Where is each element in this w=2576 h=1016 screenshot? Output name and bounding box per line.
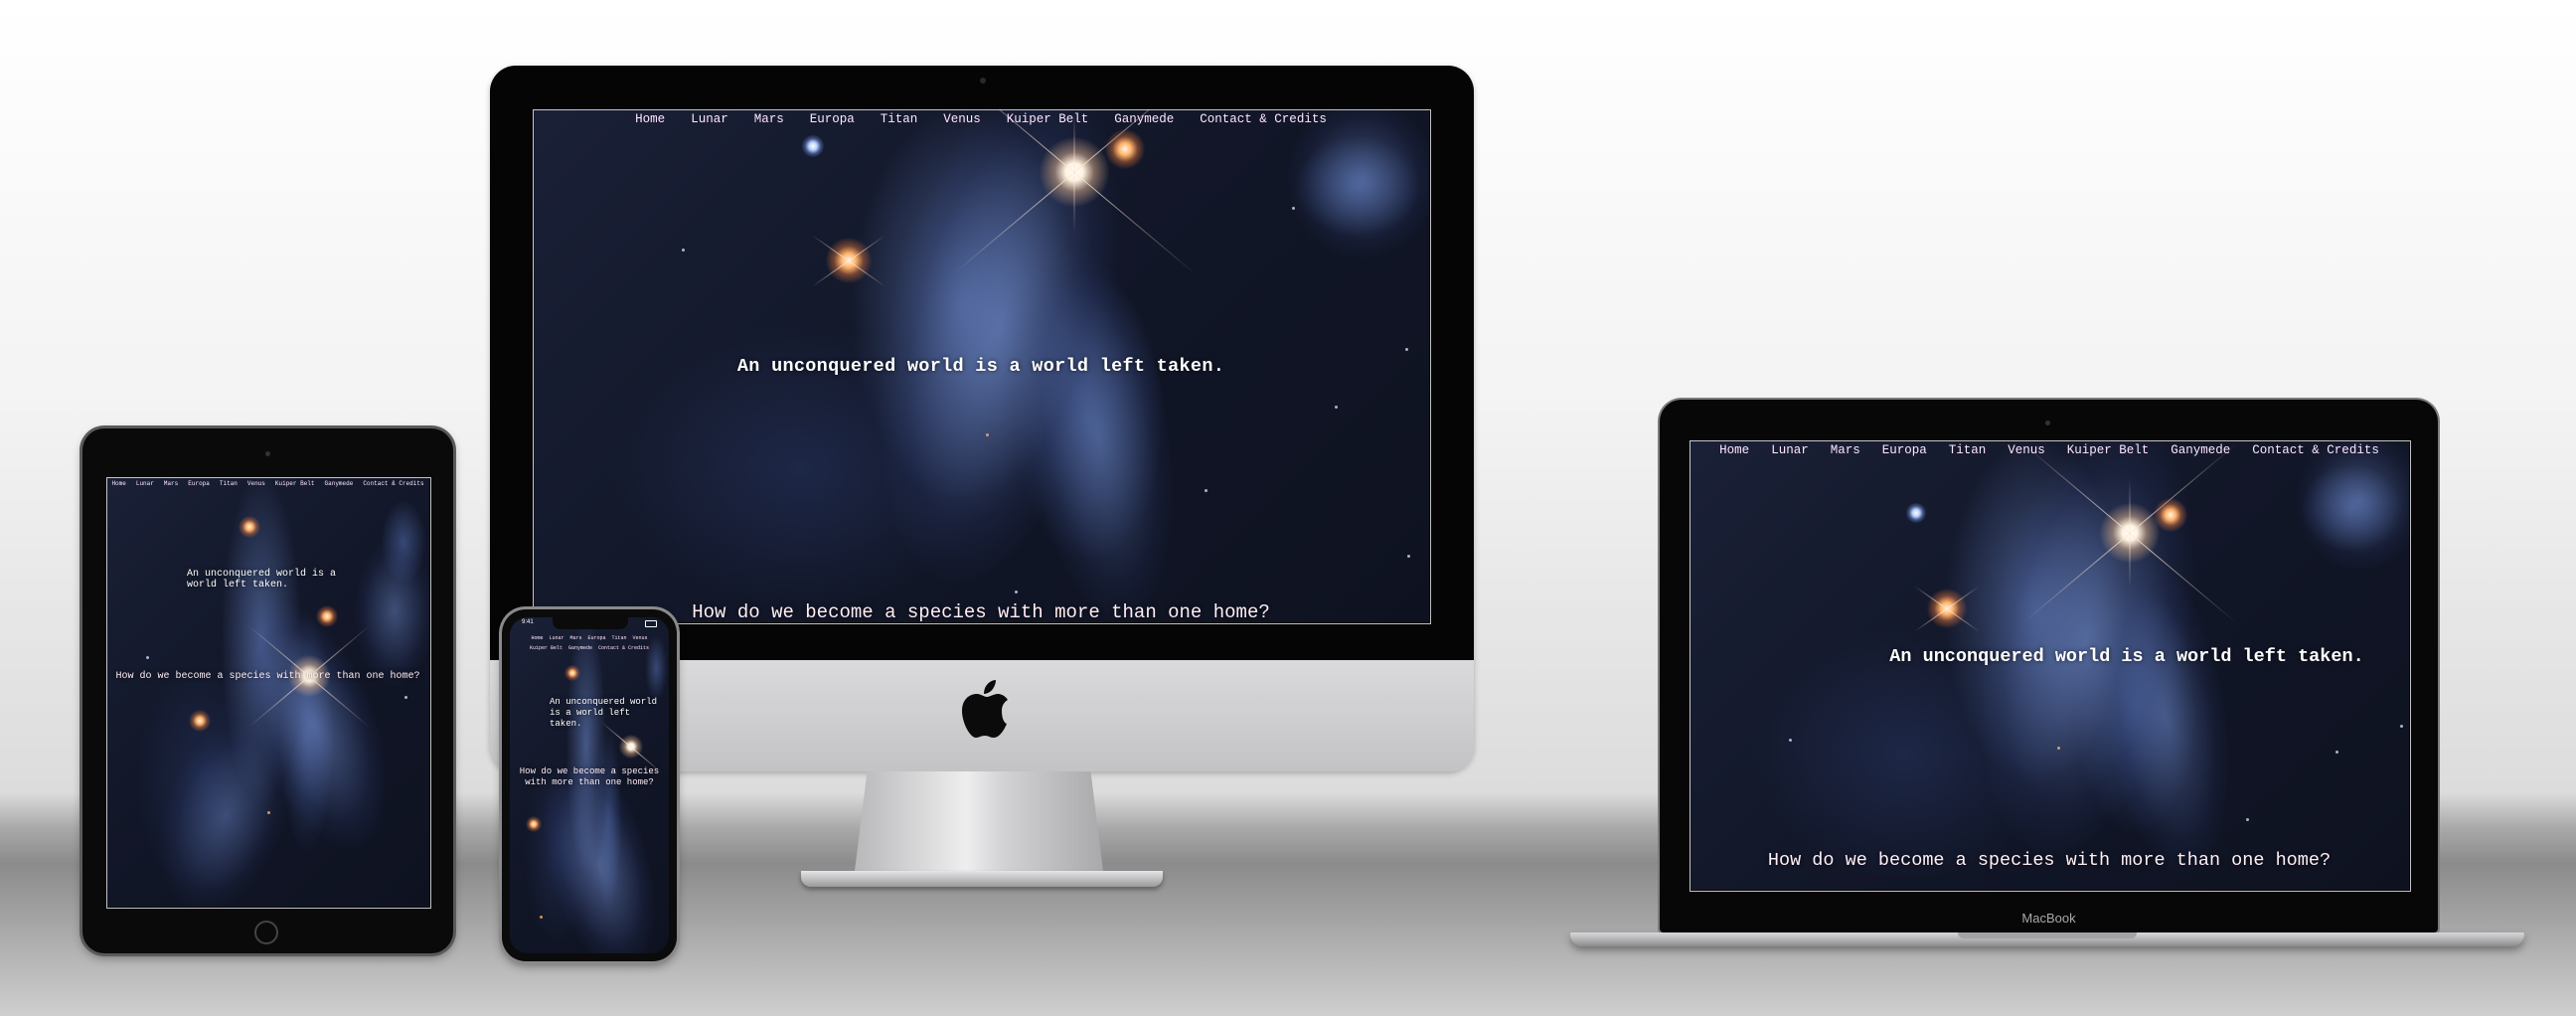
nav-home[interactable]: Home — [1719, 443, 1749, 457]
nav-home[interactable]: Home — [635, 112, 665, 126]
macbook-brand-label: MacBook — [2021, 911, 2076, 926]
nav-titan[interactable]: Titan — [220, 480, 238, 487]
nav-lunar[interactable]: Lunar — [136, 480, 154, 487]
nav-ganymede[interactable]: Ganymede — [1114, 112, 1174, 126]
nav-venus[interactable]: Venus — [247, 480, 265, 487]
nav-kuiper-belt[interactable]: Kuiper Belt — [530, 645, 563, 651]
ipad-camera — [265, 451, 270, 456]
page-tagline: An unconquered world is a world left tak… — [550, 697, 658, 729]
iphone-nav: Home Lunar Mars Europa Titan Venus Kuipe… — [510, 635, 669, 651]
nav-kuiper-belt[interactable]: Kuiper Belt — [1007, 112, 1089, 126]
nav-lunar[interactable]: Lunar — [691, 112, 728, 126]
macbook-camera — [2045, 421, 2050, 425]
nav-venus[interactable]: Venus — [633, 635, 648, 641]
nav-contact-credits[interactable]: Contact & Credits — [363, 480, 423, 487]
nav-contact-credits[interactable]: Contact & Credits — [1200, 112, 1327, 126]
home-button-icon[interactable] — [254, 921, 278, 944]
nav-kuiper-belt[interactable]: Kuiper Belt — [275, 480, 315, 487]
imac-screen: Home Lunar Mars Europa Titan Venus Kuipe… — [533, 109, 1429, 622]
ipad-nav: Home Lunar Mars Europa Titan Venus Kuipe… — [106, 480, 429, 487]
macbook-screen: Home Lunar Mars Europa Titan Venus Kuipe… — [1690, 440, 2409, 890]
iphone-screen: 9:41 Home Lunar Mars Europa Titan Venus … — [510, 617, 669, 953]
imac-camera — [980, 78, 986, 84]
nav-europa[interactable]: Europa — [810, 112, 855, 126]
apple-logo-icon — [962, 680, 1008, 738]
nav-home[interactable]: Home — [111, 480, 125, 487]
nav-europa[interactable]: Europa — [588, 635, 606, 641]
page-tagline: An unconquered world is a world left tak… — [1889, 646, 2364, 667]
nav-contact-credits[interactable]: Contact & Credits — [2252, 443, 2379, 457]
nav-ganymede[interactable]: Ganymede — [568, 645, 592, 651]
page-question: How do we become a species with more tha… — [115, 671, 420, 682]
nav-home[interactable]: Home — [531, 635, 543, 641]
nav-ganymede[interactable]: Ganymede — [325, 480, 354, 487]
nav-venus[interactable]: Venus — [2008, 443, 2045, 457]
ipad-screen: Home Lunar Mars Europa Titan Venus Kuipe… — [106, 477, 429, 907]
nav-titan[interactable]: Titan — [1949, 443, 1987, 457]
page-tagline: An unconquered world is a world left tak… — [187, 569, 337, 591]
nav-contact-credits[interactable]: Contact & Credits — [598, 645, 649, 651]
status-time: 9:41 — [522, 619, 534, 625]
nav-europa[interactable]: Europa — [1882, 443, 1927, 457]
imac-stand — [855, 771, 1103, 871]
nav-lunar[interactable]: Lunar — [549, 635, 564, 641]
nav-titan[interactable]: Titan — [612, 635, 627, 641]
battery-icon — [645, 620, 657, 627]
iphone-notch — [553, 617, 628, 629]
nav-europa[interactable]: Europa — [188, 480, 210, 487]
page-tagline: An unconquered world is a world left tak… — [736, 356, 1225, 377]
macbook-nav: Home Lunar Mars Europa Titan Venus Kuipe… — [1690, 443, 2409, 457]
imac-nav: Home Lunar Mars Europa Titan Venus Kuipe… — [533, 112, 1429, 126]
page-question: How do we become a species with more tha… — [1767, 850, 2332, 871]
nav-lunar[interactable]: Lunar — [1771, 443, 1809, 457]
nav-venus[interactable]: Venus — [943, 112, 981, 126]
nav-titan[interactable]: Titan — [881, 112, 918, 126]
nav-kuiper-belt[interactable]: Kuiper Belt — [2067, 443, 2150, 457]
nav-mars[interactable]: Mars — [754, 112, 784, 126]
nav-ganymede[interactable]: Ganymede — [2171, 443, 2230, 457]
imac-foot — [801, 871, 1163, 887]
nav-mars[interactable]: Mars — [164, 480, 178, 487]
nav-mars[interactable]: Mars — [569, 635, 581, 641]
page-question: How do we become a species with more tha… — [519, 766, 660, 787]
macbook-opening-notch — [1958, 932, 2137, 938]
nav-mars[interactable]: Mars — [1831, 443, 1860, 457]
